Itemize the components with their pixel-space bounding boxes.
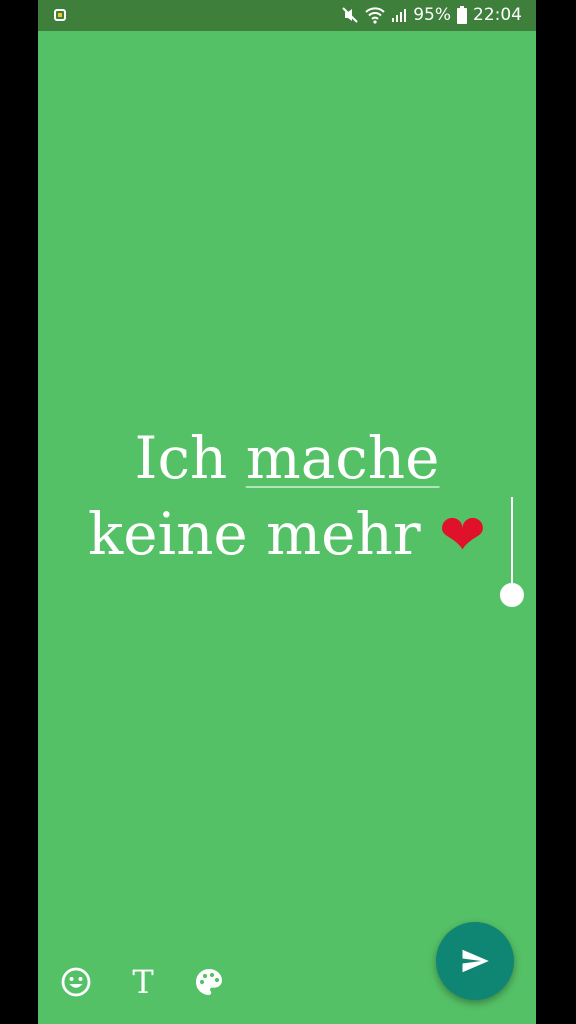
text-style-icon[interactable]: T — [126, 963, 160, 1001]
mute-icon — [342, 7, 358, 23]
emoji-icon[interactable] — [59, 965, 93, 999]
status-text-input[interactable]: Ich mache keine mehr ❤ — [52, 420, 522, 574]
text-words-keine-mehr: keine mehr — [88, 500, 440, 568]
notification-icon — [54, 9, 66, 21]
text-line-2: keine mehr ❤ — [52, 496, 522, 574]
heart-emoji: ❤ — [439, 503, 486, 568]
battery-percent: 95% — [413, 5, 451, 25]
palette-icon[interactable] — [192, 965, 226, 999]
text-line-1: Ich mache — [52, 420, 522, 496]
text-cursor — [511, 497, 513, 583]
status-bar-right: 95% 22:04 — [341, 4, 522, 26]
send-button[interactable] — [436, 922, 514, 1000]
signal-icon — [392, 9, 407, 22]
cursor-handle[interactable] — [499, 579, 525, 609]
status-bar: 95% 22:04 — [38, 0, 536, 31]
text-word-mache: mache — [245, 424, 440, 492]
send-icon — [462, 949, 489, 973]
clock: 22:04 — [473, 5, 522, 25]
wifi-icon — [365, 7, 385, 24]
text-word-ich: Ich — [134, 424, 246, 492]
battery-icon — [457, 6, 467, 24]
